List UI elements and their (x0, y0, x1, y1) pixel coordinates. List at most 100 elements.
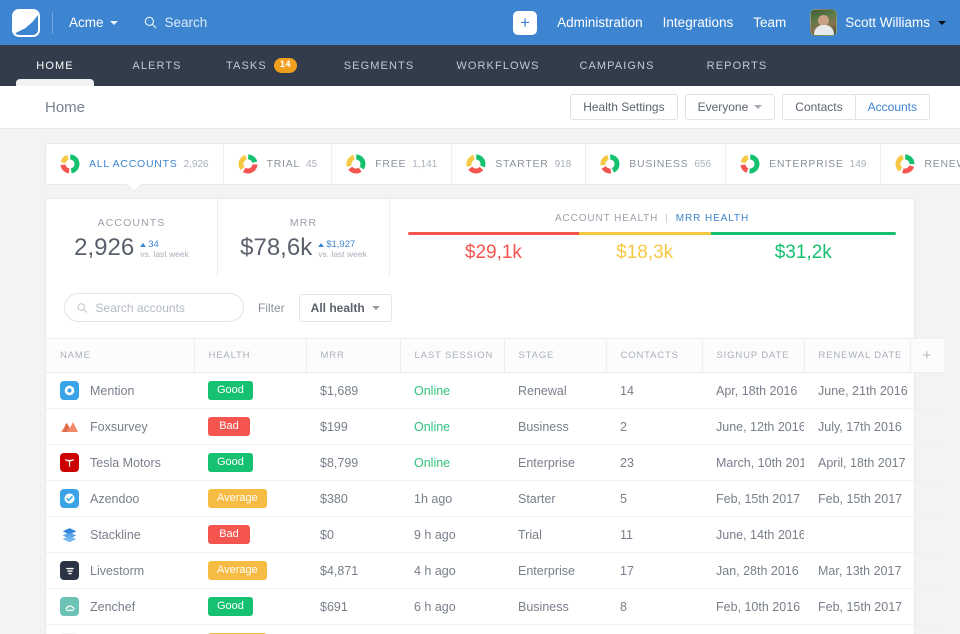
health-filter-select[interactable]: All health (299, 294, 392, 322)
table-row[interactable]: MentionGood$1,689OnlineRenewal14Apr, 18t… (46, 373, 944, 409)
tab-account-health[interactable]: ACCOUNT HEALTH (555, 213, 658, 224)
app-logo[interactable] (12, 9, 40, 37)
cell-spacer (910, 553, 944, 589)
org-switcher[interactable]: Acme (65, 11, 122, 34)
add-column-button[interactable]: + (910, 339, 944, 373)
cell-last-session: 4 h ago (400, 553, 504, 589)
nav-tab-segments[interactable]: SEGMENTS (319, 45, 439, 86)
account-search[interactable] (64, 293, 244, 322)
table-row[interactable]: StacklineBad$09 h agoTrial11June, 14th 2… (46, 517, 944, 553)
nav-tab-reports[interactable]: REPORTS (677, 45, 797, 86)
table-row[interactable]: ZenchefGood$6916 h agoBusiness8Feb, 10th… (46, 589, 944, 625)
add-button[interactable]: + (513, 11, 537, 35)
column-header-name[interactable]: NAME (46, 339, 194, 373)
nav-tab-alerts[interactable]: ALERTS (110, 45, 204, 86)
table-header: NAMEHEALTHMRRLAST SESSIONSTAGECONTACTSSI… (46, 339, 944, 373)
health-settings-button[interactable]: Health Settings (570, 94, 677, 120)
stage-tab-enterprise[interactable]: ENTERPRISE149 (726, 144, 881, 184)
table-row[interactable]: LivestormAverage$4,8714 h agoEnterprise1… (46, 553, 944, 589)
health-bar-segment-bad (408, 232, 579, 235)
kpi-delta: $1,927 vs. last week (318, 240, 367, 260)
cell-mrr: $8,799 (306, 445, 400, 481)
nav-tab-label: CAMPAIGNS (579, 60, 654, 72)
stage-tab-list: ALL ACCOUNTS2,926TRIAL45FREE1,141STARTER… (45, 143, 960, 185)
health-badge: Average (208, 489, 267, 509)
account-search-input[interactable] (96, 301, 231, 315)
tab-accounts[interactable]: Accounts (856, 94, 930, 120)
table-row[interactable]: Simple BankingAverage$07 h agoTrial24Jun… (46, 625, 944, 634)
main-content: ALL ACCOUNTS2,926TRIAL45FREE1,141STARTER… (0, 129, 960, 634)
nav-tab-home[interactable]: HOME (0, 45, 110, 86)
stage-tab-business[interactable]: BUSINESS656 (586, 144, 726, 184)
audience-filter-label: Everyone (698, 100, 749, 114)
audience-filter-button[interactable]: Everyone (685, 94, 776, 120)
stage-tab-starter[interactable]: STARTER918 (452, 144, 586, 184)
tab-contacts[interactable]: Contacts (782, 94, 855, 120)
account-name: Mention (90, 384, 134, 398)
nav-tab-label: WORKFLOWS (456, 60, 539, 72)
cell-last-session: 6 h ago (400, 589, 504, 625)
nav-tab-campaigns[interactable]: CAMPAIGNS (557, 45, 677, 86)
cell-contacts: 14 (606, 373, 702, 409)
stage-tab-free[interactable]: FREE1,141 (332, 144, 452, 184)
stage-tab-all-accounts[interactable]: ALL ACCOUNTS2,926 (46, 144, 224, 184)
last-session-value: Online (414, 384, 450, 398)
account-name: Zenchef (90, 600, 135, 614)
health-filter-value: All health (311, 301, 365, 315)
last-session-value: 1h ago (414, 492, 452, 506)
cell-signup-date: March, 10th 2016 (702, 445, 804, 481)
tasks-badge: 14 (274, 58, 297, 73)
column-header-stage[interactable]: STAGE (504, 339, 606, 373)
cell-mrr: $380 (306, 481, 400, 517)
table-row[interactable]: AzendooAverage$3801h agoStarter5Feb, 15t… (46, 481, 944, 517)
stage-tab-renewals[interactable]: RENEWALS17 (881, 144, 960, 184)
column-header-renewal-date[interactable]: RENEWAL DATE (804, 339, 910, 373)
cell-stage: Business (504, 589, 606, 625)
table-row[interactable]: FoxsurveyBad$199OnlineBusiness2June, 12t… (46, 409, 944, 445)
stage-tab-count: 45 (306, 159, 317, 170)
stage-tab-label: STARTER (495, 158, 548, 170)
cell-renewal-date (804, 517, 910, 553)
cell-renewal-date: Mar, 13th 2017 (804, 553, 910, 589)
stage-tab-trial[interactable]: TRIAL45 (224, 144, 333, 184)
kpi-value-row: 2,926 34 vs. last week (74, 236, 189, 260)
kpi-delta-caption: vs. last week (140, 250, 189, 259)
global-search[interactable] (144, 15, 329, 30)
nav-tab-workflows[interactable]: WORKFLOWS (439, 45, 557, 86)
cell-last-session: Online (400, 445, 504, 481)
nav-link-team[interactable]: Team (753, 15, 786, 30)
donut-chart-icon (238, 154, 258, 174)
nav-link-integrations[interactable]: Integrations (663, 15, 734, 30)
cell-name: Stackline (46, 517, 194, 553)
nav-tab-tasks[interactable]: TASKS14 (204, 45, 319, 86)
donut-chart-icon (740, 154, 760, 174)
health-badge: Good (208, 381, 253, 401)
tab-mrr-health[interactable]: MRR HEALTH (676, 213, 749, 224)
column-header-contacts[interactable]: CONTACTS (606, 339, 702, 373)
column-header-mrr[interactable]: MRR (306, 339, 400, 373)
account-name: Foxsurvey (90, 420, 148, 434)
kpi-delta: 34 vs. last week (140, 240, 189, 260)
nav-tab-label: REPORTS (707, 60, 768, 72)
search-icon (144, 16, 157, 29)
chevron-down-icon (110, 21, 118, 25)
column-header-health[interactable]: HEALTH (194, 339, 306, 373)
kpi-accounts: ACCOUNTS 2,926 34 vs. last week (46, 199, 218, 277)
column-header-signup-date[interactable]: SIGNUP DATE (702, 339, 804, 373)
cell-last-session: 9 h ago (400, 517, 504, 553)
column-header-last-session[interactable]: LAST SESSION (400, 339, 504, 373)
cell-health: Good (194, 373, 306, 409)
avatar (810, 9, 837, 36)
cell-signup-date: Feb, 15th 2017 (702, 481, 804, 517)
cell-stage: Trial (504, 625, 606, 634)
nav-link-administration[interactable]: Administration (557, 15, 643, 30)
stage-tab-label: FREE (375, 158, 406, 170)
last-session-value: 9 h ago (414, 528, 456, 542)
foxsurvey-icon (60, 417, 79, 436)
stage-tab-label: ALL ACCOUNTS (89, 158, 178, 170)
table-row[interactable]: Tesla MotorsGood$8,799OnlineEnterprise23… (46, 445, 944, 481)
user-menu[interactable]: Scott Williams (810, 9, 946, 36)
cell-signup-date: June, 12th 2016 (702, 409, 804, 445)
cell-renewal-date: July, 17th 2016 (804, 409, 910, 445)
search-input[interactable] (165, 15, 329, 30)
